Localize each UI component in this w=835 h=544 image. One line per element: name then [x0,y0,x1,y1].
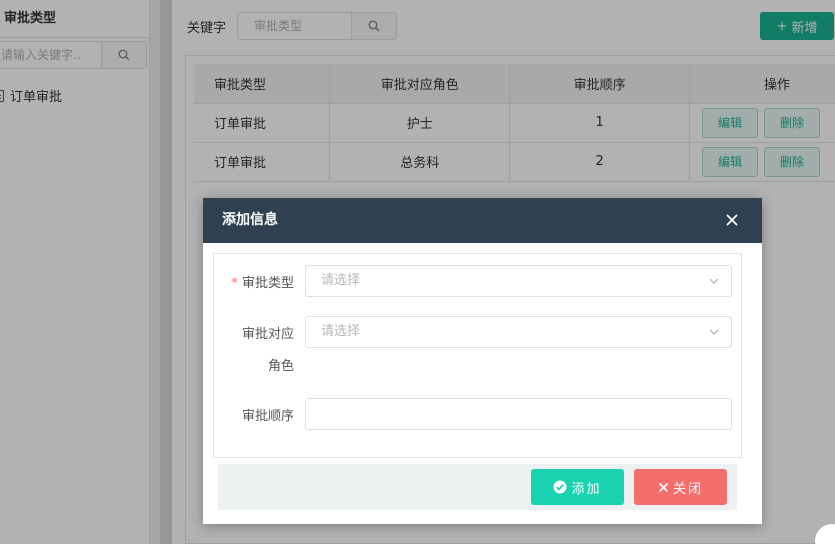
confirm-add-button[interactable]: 添加 [531,469,624,505]
check-circle-icon [553,480,567,494]
chevron-down-icon [709,278,719,284]
dialog-header: 添加信息 [203,198,762,243]
role-select-placeholder: 请选择 [321,324,361,339]
confirm-add-label: 添加 [571,481,602,497]
chevron-down-icon [709,329,719,335]
close-dialog-label: 关闭 [672,481,703,497]
type-select-placeholder: 请选择 [321,273,361,288]
role-select[interactable]: 请选择 [305,316,732,348]
role-field-label: 审批对应 [241,327,294,342]
type-field-label: * 审批类型 [231,276,294,291]
close-icon [658,482,669,492]
type-select[interactable]: 请选择 [305,265,732,297]
dialog-footer: 添加 关闭 [218,464,737,510]
order-field-label: 审批顺序 [241,409,294,424]
order-input[interactable] [305,398,732,430]
close-dialog-button[interactable]: 关闭 [634,469,727,505]
role-field-label-line2: 角色 [267,359,294,374]
close-icon[interactable] [724,212,740,228]
required-mark: * [231,276,238,291]
dialog-title: 添加信息 [222,212,278,228]
add-info-dialog: 添加信息 * 审批类型 请选择 审批对应 角色 请选择 审批顺序 添加 关闭 [203,198,762,524]
dialog-form: * 审批类型 请选择 审批对应 角色 请选择 审批顺序 [213,253,742,458]
